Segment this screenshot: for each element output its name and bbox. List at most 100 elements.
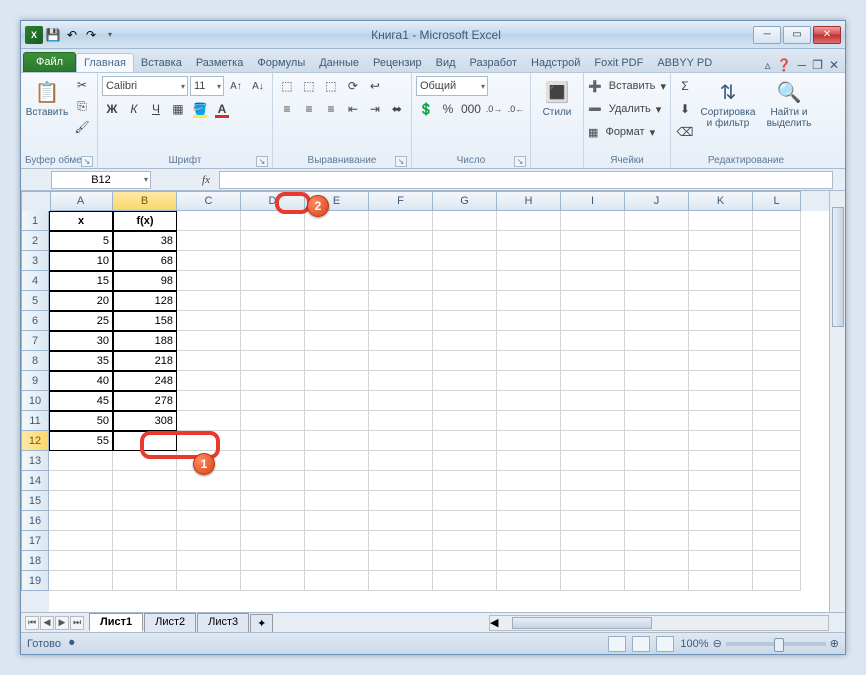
cell-H13[interactable] xyxy=(497,451,561,471)
cell-I5[interactable] xyxy=(561,291,625,311)
align-right-icon[interactable]: ≡ xyxy=(321,99,341,119)
cell-K15[interactable] xyxy=(689,491,753,511)
cell-L7[interactable] xyxy=(753,331,801,351)
cell-B3[interactable]: 68 xyxy=(113,251,177,271)
cell-F12[interactable] xyxy=(369,431,433,451)
cell-H10[interactable] xyxy=(497,391,561,411)
cell-J13[interactable] xyxy=(625,451,689,471)
cell-H8[interactable] xyxy=(497,351,561,371)
ribbon-tab-Главная[interactable]: Главная xyxy=(76,53,134,72)
cell-E4[interactable] xyxy=(305,271,369,291)
row-header-9[interactable]: 9 xyxy=(21,371,49,391)
ribbon-tab-Вид[interactable]: Вид xyxy=(429,54,463,72)
qat-dropdown-icon[interactable]: ▾ xyxy=(101,26,119,44)
row-header-17[interactable]: 17 xyxy=(21,531,49,551)
cell-C9[interactable] xyxy=(177,371,241,391)
cell-L14[interactable] xyxy=(753,471,801,491)
ribbon-tab-Разметка[interactable]: Разметка xyxy=(189,54,251,72)
cell-C5[interactable] xyxy=(177,291,241,311)
cell-F14[interactable] xyxy=(369,471,433,491)
cell-A15[interactable] xyxy=(49,491,113,511)
cell-L16[interactable] xyxy=(753,511,801,531)
cell-G14[interactable] xyxy=(433,471,497,491)
cell-H2[interactable] xyxy=(497,231,561,251)
row-header-2[interactable]: 2 xyxy=(21,231,49,251)
autosum-icon[interactable]: Σ xyxy=(675,76,695,96)
align-dialog-launcher[interactable]: ↘ xyxy=(395,156,407,167)
number-dialog-launcher[interactable]: ↘ xyxy=(514,156,526,167)
cell-I12[interactable] xyxy=(561,431,625,451)
row-header-4[interactable]: 4 xyxy=(21,271,49,291)
cell-I16[interactable] xyxy=(561,511,625,531)
ribbon-tab-Foxit PDF[interactable]: Foxit PDF xyxy=(587,54,650,72)
cell-A7[interactable]: 30 xyxy=(49,331,113,351)
cell-E9[interactable] xyxy=(305,371,369,391)
comma-icon[interactable]: 000 xyxy=(460,99,482,119)
cell-J4[interactable] xyxy=(625,271,689,291)
cell-J12[interactable] xyxy=(625,431,689,451)
cell-G16[interactable] xyxy=(433,511,497,531)
sheet-tab-Лист3[interactable]: Лист3 xyxy=(197,613,249,632)
cell-B16[interactable] xyxy=(113,511,177,531)
cell-C4[interactable] xyxy=(177,271,241,291)
cell-E3[interactable] xyxy=(305,251,369,271)
font-size-combo[interactable]: 11 xyxy=(190,76,224,96)
cell-A18[interactable] xyxy=(49,551,113,571)
cell-E19[interactable] xyxy=(305,571,369,591)
cell-E18[interactable] xyxy=(305,551,369,571)
cell-L13[interactable] xyxy=(753,451,801,471)
cell-K13[interactable] xyxy=(689,451,753,471)
cell-I13[interactable] xyxy=(561,451,625,471)
cell-K8[interactable] xyxy=(689,351,753,371)
cell-J5[interactable] xyxy=(625,291,689,311)
cell-E17[interactable] xyxy=(305,531,369,551)
cell-E16[interactable] xyxy=(305,511,369,531)
save-icon[interactable]: 💾 xyxy=(44,26,62,44)
row-header-12[interactable]: 12 xyxy=(21,431,49,451)
cell-K18[interactable] xyxy=(689,551,753,571)
cell-J1[interactable] xyxy=(625,211,689,231)
row-header-10[interactable]: 10 xyxy=(21,391,49,411)
cell-B2[interactable]: 38 xyxy=(113,231,177,251)
cell-I8[interactable] xyxy=(561,351,625,371)
styles-button[interactable]: 🔳 Стили xyxy=(535,75,579,154)
cell-E15[interactable] xyxy=(305,491,369,511)
ribbon-tab-Разработ[interactable]: Разработ xyxy=(463,54,524,72)
cell-F4[interactable] xyxy=(369,271,433,291)
cell-A4[interactable]: 15 xyxy=(49,271,113,291)
cell-J10[interactable] xyxy=(625,391,689,411)
mdi-close-icon[interactable]: ✕ xyxy=(829,58,839,72)
column-header-J[interactable]: J xyxy=(625,191,689,211)
cell-D5[interactable] xyxy=(241,291,305,311)
increase-decimal-icon[interactable]: .0→ xyxy=(484,99,504,119)
cell-H11[interactable] xyxy=(497,411,561,431)
cell-C18[interactable] xyxy=(177,551,241,571)
cell-F1[interactable] xyxy=(369,211,433,231)
cell-L10[interactable] xyxy=(753,391,801,411)
cell-A12[interactable]: 55 xyxy=(49,431,113,451)
cell-J8[interactable] xyxy=(625,351,689,371)
cell-C7[interactable] xyxy=(177,331,241,351)
help-icon[interactable]: ❓ xyxy=(777,58,792,72)
cell-E6[interactable] xyxy=(305,311,369,331)
cell-A16[interactable] xyxy=(49,511,113,531)
cell-E2[interactable] xyxy=(305,231,369,251)
cell-J11[interactable] xyxy=(625,411,689,431)
cell-C1[interactable] xyxy=(177,211,241,231)
cell-D16[interactable] xyxy=(241,511,305,531)
cell-F8[interactable] xyxy=(369,351,433,371)
cell-D10[interactable] xyxy=(241,391,305,411)
align-left-icon[interactable]: ≡ xyxy=(277,99,297,119)
cell-D13[interactable] xyxy=(241,451,305,471)
cell-E12[interactable] xyxy=(305,431,369,451)
column-header-B[interactable]: B xyxy=(113,191,177,211)
cell-I7[interactable] xyxy=(561,331,625,351)
column-header-C[interactable]: C xyxy=(177,191,241,211)
cell-J6[interactable] xyxy=(625,311,689,331)
cell-G12[interactable] xyxy=(433,431,497,451)
cut-icon[interactable]: ✂ xyxy=(72,75,92,95)
row-header-7[interactable]: 7 xyxy=(21,331,49,351)
cell-L19[interactable] xyxy=(753,571,801,591)
row-header-13[interactable]: 13 xyxy=(21,451,49,471)
cell-J18[interactable] xyxy=(625,551,689,571)
